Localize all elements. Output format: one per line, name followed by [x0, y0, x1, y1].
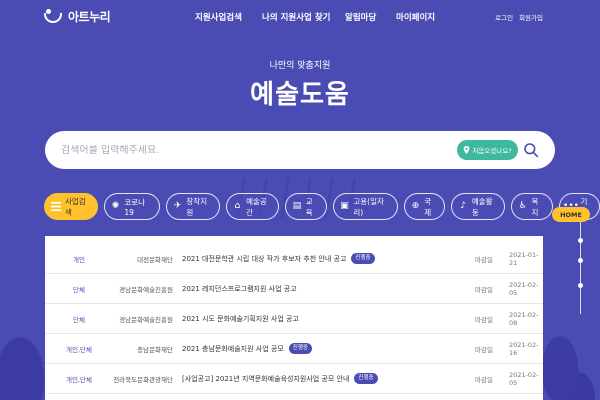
- deadline-label: 마감일: [475, 285, 493, 294]
- scroll-rail: [580, 214, 581, 314]
- status-badge: 진행중: [351, 252, 375, 265]
- category-label: 사업검색: [65, 196, 86, 217]
- search-icon[interactable]: [523, 142, 539, 158]
- program-list: 개인 대전문화재단 2021 대전문학관 시립 대상 작가 후보자 추천 안내 …: [45, 236, 543, 400]
- deadline-date: 2021-02-05: [509, 370, 539, 387]
- organization: 충남문화재단: [137, 345, 173, 354]
- organization: 대전문화재단: [137, 255, 173, 264]
- search-bar: 처음오셨나요?: [45, 131, 555, 169]
- first-visit-label: 처음오셨나요?: [472, 147, 512, 155]
- category-welfare[interactable]: ♿ 복지: [510, 193, 553, 220]
- program-title[interactable]: [사업공고] 2021년 지역문화예술육성지원사업 공모 안내: [182, 374, 349, 384]
- category-label: 예술공간: [246, 196, 267, 217]
- nav-item-program-search[interactable]: 지원사업검색: [195, 11, 262, 23]
- deadline-date: 2021-02-16: [509, 340, 539, 357]
- category-label: 복지: [531, 196, 539, 217]
- plane-icon: ✈: [173, 201, 182, 211]
- organization: 경남문화예술진흥원: [119, 285, 173, 294]
- first-visit-button[interactable]: 처음오셨나요?: [457, 140, 518, 160]
- category-art-activity[interactable]: ♪ 예술활동: [451, 193, 505, 220]
- list-item[interactable]: 단체 경남문화예술진흥원 2021 시도 문화예술기획지원 사업 공고 마감일 …: [45, 304, 543, 334]
- category-filter: 사업검색 ✺ 코로나19 ✈ 창작지원 ⌂ 예술공간 ▤ 교육 ▣ 고용(일자리…: [44, 193, 600, 220]
- nav-item-find-my-program[interactable]: 나의 지원사업 찾기: [262, 11, 345, 23]
- program-title[interactable]: 2021 시도 문화예술기획지원 사업 공고: [182, 314, 299, 324]
- login-link[interactable]: 로그인: [495, 12, 513, 22]
- program-title-wrap: 2021 충남문화예술지원 사업 공모 진행중: [182, 342, 312, 355]
- category-label: 국제: [424, 196, 432, 217]
- category-label: 코로나19: [124, 197, 146, 217]
- program-title[interactable]: 2021 대전문학관 시립 대상 작가 후보자 추천 안내 공고: [182, 254, 346, 264]
- menu-icon: [51, 201, 61, 212]
- virus-icon: ✺: [111, 201, 120, 211]
- program-title[interactable]: 2021 충남문화예술지원 사업 공모: [182, 344, 284, 354]
- category-label: 예술활동: [471, 196, 493, 217]
- deadline-label: 마감일: [475, 375, 493, 384]
- music-note-icon: ♪: [460, 201, 466, 211]
- hero-subtitle: 나만의 맞춤지원: [269, 61, 331, 71]
- logo-mark-icon: [44, 8, 64, 25]
- list-item[interactable]: 단체 경남문화예술진흥원 2021 레지던스프로그램지원 사업 공고 마감일 2…: [45, 274, 543, 304]
- category-creation-support[interactable]: ✈ 창작지원: [165, 193, 220, 220]
- applicant-type: 단체: [73, 285, 85, 294]
- book-icon: ▤: [292, 201, 302, 211]
- organization: 전라북도문화관광재단: [113, 375, 173, 384]
- hero-title: 예술도움: [250, 80, 350, 110]
- applicant-type: 개인,단체: [66, 375, 92, 384]
- status-badge: 진행중: [354, 372, 378, 385]
- deadline-label: 마감일: [475, 345, 493, 354]
- category-international[interactable]: ⊕ 국제: [403, 193, 446, 220]
- scroll-dot[interactable]: [578, 238, 583, 243]
- category-education[interactable]: ▤ 교육: [285, 193, 327, 220]
- house-icon: ⌂: [234, 201, 241, 211]
- category-label: 창작지원: [186, 196, 208, 217]
- status-badge: 진행중: [288, 342, 312, 355]
- deadline-label: 마감일: [475, 255, 493, 264]
- applicant-type: 개인: [73, 255, 85, 264]
- program-title[interactable]: 2021 레지던스프로그램지원 사업 공고: [182, 284, 297, 294]
- globe-icon: ⊕: [411, 201, 420, 211]
- person-icon: ▣: [340, 201, 349, 211]
- nav-item-notices[interactable]: 알림마당: [345, 11, 396, 23]
- nav-item-mypage[interactable]: 마이페이지: [396, 11, 456, 23]
- deadline-date: 2021-02-08: [509, 310, 539, 327]
- program-title-wrap: 2021 레지던스프로그램지원 사업 공고: [182, 284, 297, 294]
- program-title-wrap: 2021 시도 문화예술기획지원 사업 공고: [182, 314, 299, 324]
- list-item[interactable]: 개인 대전문화재단 2021 대전문학관 시립 대상 작가 후보자 추천 안내 …: [45, 244, 543, 274]
- scroll-dot[interactable]: [578, 283, 583, 288]
- category-label: 고용(일자리): [353, 196, 384, 217]
- wheelchair-icon: ♿: [518, 201, 527, 211]
- category-covid19[interactable]: ✺ 코로나19: [103, 193, 160, 220]
- search-input[interactable]: [61, 144, 441, 156]
- list-item[interactable]: 개인,단체 전라북도문화관광재단 [사업공고] 2021년 지역문화예술육성지원…: [45, 364, 543, 394]
- signup-link[interactable]: 회원가입: [519, 12, 543, 22]
- logo-text: 아트누리: [68, 10, 111, 24]
- category-employment[interactable]: ▣ 고용(일자리): [332, 193, 398, 220]
- home-button[interactable]: HOME: [552, 207, 590, 222]
- organization: 경남문화예술진흥원: [119, 315, 173, 324]
- list-item[interactable]: 개인,단체 충남문화재단 2021 충남문화예술지원 사업 공모 진행중 마감일…: [45, 334, 543, 364]
- category-program-search[interactable]: 사업검색: [44, 193, 98, 220]
- deadline-label: 마감일: [475, 315, 493, 324]
- main-nav: 지원사업검색 나의 지원사업 찾기 알림마당 마이페이지: [195, 11, 456, 23]
- category-art-space[interactable]: ⌂ 예술공간: [225, 193, 280, 220]
- deadline-date: 2021-01-21: [509, 250, 539, 267]
- scroll-dot[interactable]: [578, 258, 583, 263]
- logo[interactable]: 아트누리: [44, 8, 111, 25]
- deadline-date: 2021-02-05: [509, 280, 539, 297]
- applicant-type: 개인,단체: [66, 345, 92, 354]
- category-label: 교육: [305, 196, 313, 217]
- program-title-wrap: 2021 대전문학관 시립 대상 작가 후보자 추천 안내 공고 진행중: [182, 252, 375, 265]
- utility-links: 로그인 회원가입: [495, 12, 543, 22]
- location-pin-icon: [464, 146, 470, 154]
- header: 아트누리 지원사업검색 나의 지원사업 찾기 알림마당 마이페이지 로그인 회원…: [0, 0, 600, 36]
- applicant-type: 단체: [73, 315, 85, 324]
- program-title-wrap: [사업공고] 2021년 지역문화예술육성지원사업 공모 안내 진행중: [182, 372, 378, 385]
